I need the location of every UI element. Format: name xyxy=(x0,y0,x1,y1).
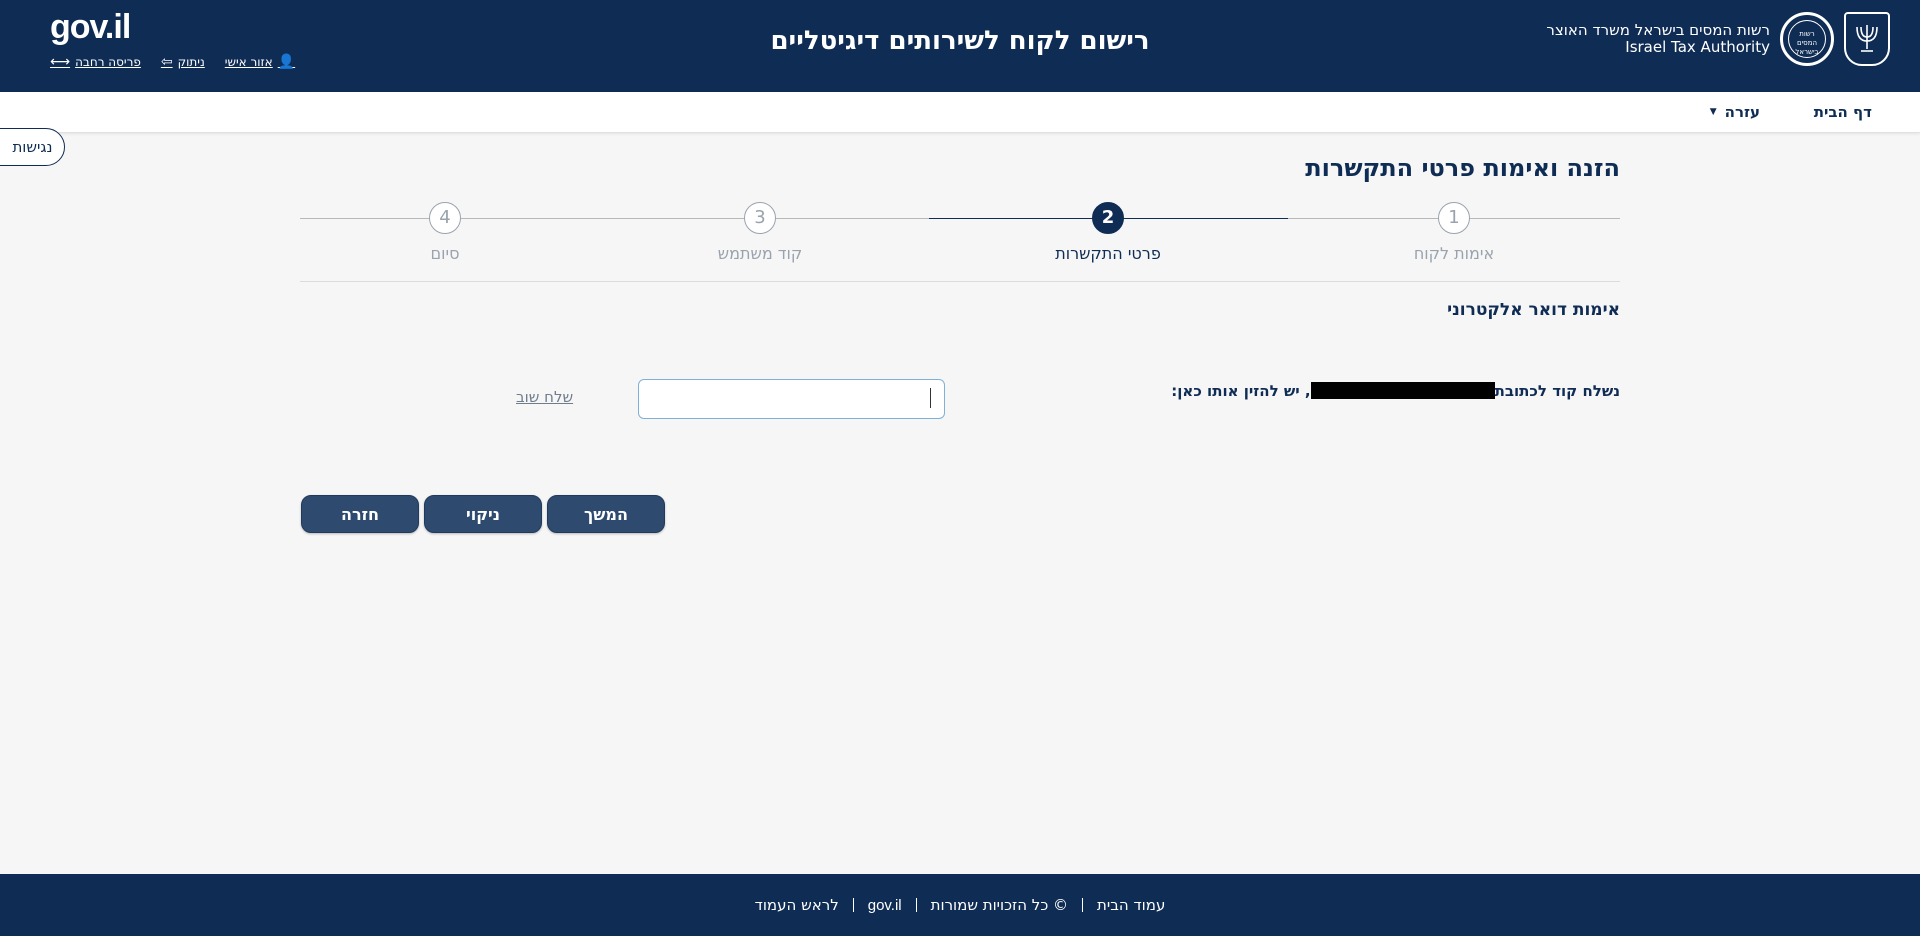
step-2: 2 פרטי התקשרות xyxy=(1028,202,1188,263)
expand-icon: ⟷ xyxy=(50,54,71,70)
step-4: 4 סיום xyxy=(365,202,525,263)
site-footer: עמוד הבית © כל הזכויות שמורות gov.il לרא… xyxy=(0,874,1920,936)
step-1: 1 אימות לקוח xyxy=(1374,202,1534,263)
personal-area-link[interactable]: אזור אישי 👤 xyxy=(225,54,295,70)
back-button[interactable]: חזרה xyxy=(301,495,419,533)
step-3: 3 קוד משתמש xyxy=(680,202,840,263)
org-name-he: רשות המסים בישראל משרד האוצר xyxy=(1546,21,1770,39)
page-title: הזנה ואימות פרטי התקשרות xyxy=(1305,154,1620,182)
progress-stepper: 1 אימות לקוח 2 פרטי התקשרות 3 קוד משתמש … xyxy=(300,202,1620,282)
wide-layout-link[interactable]: ⟷ פריסה רחבה xyxy=(50,54,141,70)
divider xyxy=(1082,898,1084,912)
tax-authority-brand[interactable]: רשות המסים בישראל משרד האוצר Israel Tax … xyxy=(1546,12,1890,66)
text-cursor xyxy=(930,388,931,408)
redacted-email xyxy=(1310,382,1495,399)
tax-authority-emblem: רשות המסים בישראל xyxy=(1780,12,1834,66)
email-verification-title: אימות דואר אלקטרוני xyxy=(1447,300,1620,320)
logout-link[interactable]: ⇦ ניתוק xyxy=(161,54,205,70)
clear-button[interactable]: ניקוי xyxy=(424,495,542,533)
nav-help-dropdown[interactable]: עזרה ▼ xyxy=(1710,103,1760,121)
verification-code-input[interactable] xyxy=(638,379,945,419)
menorah-icon xyxy=(1856,25,1878,52)
divider xyxy=(915,898,917,912)
user-icon: 👤 xyxy=(277,54,296,70)
org-name-en: Israel Tax Authority xyxy=(1625,38,1770,56)
footer-copyright: © כל הזכויות שמורות xyxy=(930,896,1069,914)
accessibility-button[interactable]: נגישות xyxy=(0,128,65,166)
resend-link[interactable]: שלח שוב xyxy=(516,388,573,406)
divider xyxy=(852,898,854,912)
nav-home[interactable]: דף הבית xyxy=(1814,103,1872,121)
code-prompt: נשלח קוד לכתובת, יש להזין אותו כאן: xyxy=(1171,382,1620,400)
footer-top-link[interactable]: לראש העמוד xyxy=(755,896,839,914)
continue-button[interactable]: המשך xyxy=(547,495,665,533)
caret-down-icon: ▼ xyxy=(1709,107,1717,117)
site-header: gov.il ⟷ פריסה רחבה ⇦ ניתוק אזור אישי 👤 ריש… xyxy=(0,0,1920,92)
logout-icon: ⇦ xyxy=(160,54,173,70)
state-emblem-icon xyxy=(1844,12,1890,66)
main-nav: דף הבית עזרה ▼ xyxy=(0,92,1920,133)
header-links: ⟷ פריסה רחבה ⇦ ניתוק אזור אישי 👤 xyxy=(50,54,295,70)
action-buttons: חזרה ניקוי המשך xyxy=(301,495,665,533)
footer-gov-logo[interactable]: gov.il xyxy=(868,897,902,914)
footer-home-link[interactable]: עמוד הבית xyxy=(1097,896,1165,914)
